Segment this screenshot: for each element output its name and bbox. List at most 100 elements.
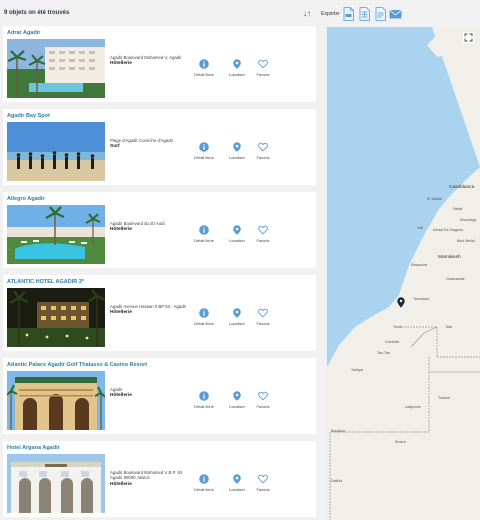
favorite-label: Favoris xyxy=(256,321,270,326)
heart-icon xyxy=(258,59,268,69)
hotel-pool-palms-photo[interactable] xyxy=(7,39,105,98)
hotel-facade-argana-photo[interactable] xyxy=(7,454,105,513)
location-pin-icon xyxy=(232,474,242,484)
result-address: Agadir Boulevard du 20 Août Hôtellerie xyxy=(110,221,187,233)
map-label: Settat xyxy=(453,207,463,211)
map-label: El Jadida xyxy=(427,197,442,201)
excel-file-icon[interactable] xyxy=(359,7,370,21)
favorite-button[interactable]: Favoris xyxy=(248,474,278,492)
favorite-button[interactable]: Favoris xyxy=(248,142,278,160)
heart-icon xyxy=(258,474,268,484)
fullscreen-icon[interactable] xyxy=(463,32,474,43)
detail-button[interactable]: Détail fiche xyxy=(189,391,219,409)
result-title[interactable]: Allegro Agadir xyxy=(7,196,45,202)
favorite-button[interactable]: Favoris xyxy=(248,225,278,243)
map-label: Tarfaya xyxy=(351,368,363,372)
moorish-arches-photo[interactable] xyxy=(7,371,105,430)
pdf-file-icon[interactable] xyxy=(343,7,354,21)
map-land xyxy=(327,27,480,520)
detail-label: Détail fiche xyxy=(194,404,214,409)
address-text: Agadir xyxy=(110,387,123,392)
info-icon xyxy=(199,142,209,152)
map-label: Khouribga xyxy=(460,218,477,222)
result-address: Agadir Hôtellerie xyxy=(110,387,187,399)
map-label: Béni Mellal xyxy=(457,239,475,243)
favorite-button[interactable]: Favoris xyxy=(248,59,278,77)
category-label: Hôtellerie xyxy=(110,481,132,487)
map-label: Taroudant xyxy=(413,297,429,301)
map-label: Tan-Tan xyxy=(377,351,390,355)
map-label: Guelmim xyxy=(385,340,400,344)
map-label: Tindouf xyxy=(438,396,450,400)
location-pin-icon xyxy=(232,142,242,152)
location-pin-icon xyxy=(232,59,242,69)
result-card[interactable]: ATLANTIC HOTEL AGADIR 3* Agadir Avenue H… xyxy=(3,275,316,351)
sort-icon[interactable]: ↓↑ xyxy=(302,8,312,20)
category-label: Surf xyxy=(110,144,120,150)
favorite-label: Favoris xyxy=(256,487,270,492)
heart-icon xyxy=(258,308,268,318)
detail-button[interactable]: Détail fiche xyxy=(189,308,219,326)
result-card[interactable]: Adrar Agadir Agadir Boulevard Mohamed V,… xyxy=(3,26,316,102)
result-address: Agadir Boulevard Mohamed V, Agadir Hôtel… xyxy=(110,55,187,67)
beach-surfers-photo[interactable] xyxy=(7,122,105,181)
address-text: Agadir Boulevard Mohamed V B.P. 93 Agadi… xyxy=(110,470,183,481)
hotel-night-garden-photo[interactable] xyxy=(7,288,105,347)
result-title[interactable]: ATLANTIC HOTEL AGADIR 3* xyxy=(7,279,84,285)
map-label: Essaouira xyxy=(411,263,427,267)
favorite-label: Favoris xyxy=(256,238,270,243)
result-card[interactable]: Atlantic Palace Agadir Golf Thalasso & C… xyxy=(3,358,316,434)
map-label: Laâyoune xyxy=(405,405,421,409)
address-text: Plage d'Agadir Corniche d'Agadir xyxy=(110,138,174,143)
detail-label: Détail fiche xyxy=(194,155,214,160)
map-label: Marrakesh xyxy=(438,255,461,260)
heart-icon xyxy=(258,225,268,235)
result-title[interactable]: Adrar Agadir xyxy=(7,30,40,36)
result-card[interactable]: Allegro Agadir Agadir Boulevard du 20 Ao… xyxy=(3,192,316,268)
map-label: Dakhla xyxy=(331,479,343,483)
detail-label: Détail fiche xyxy=(194,487,214,492)
map-label: Casablanca xyxy=(449,185,475,190)
map-label: Boujdour xyxy=(331,429,346,433)
resort-pool-photo[interactable] xyxy=(7,205,105,264)
favorite-button[interactable]: Favoris xyxy=(248,308,278,326)
result-card[interactable]: Hotel Argana Agadir Agadir Boulevard Moh… xyxy=(3,441,316,517)
result-count: 9 objets on été trouvés xyxy=(4,10,70,16)
result-address: Plage d'Agadir Corniche d'Agadir Surf xyxy=(110,138,187,150)
result-title[interactable]: Atlantic Palace Agadir Golf Thalasso & C… xyxy=(7,362,147,368)
email-icon[interactable] xyxy=(389,7,402,21)
result-title[interactable]: Hotel Argana Agadir xyxy=(7,445,60,451)
info-icon xyxy=(199,474,209,484)
location-pin-icon xyxy=(232,308,242,318)
address-text: Agadir Boulevard Mohamed V, Agadir xyxy=(110,55,182,60)
info-icon xyxy=(199,59,209,69)
result-address: Agadir Boulevard Mohamed V B.P. 93 Agadi… xyxy=(110,470,187,487)
address-text: Agadir Boulevard du 20 Août xyxy=(110,221,165,226)
map-label: Safi xyxy=(417,226,424,230)
detail-button[interactable]: Détail fiche xyxy=(189,225,219,243)
detail-button[interactable]: Détail fiche xyxy=(189,59,219,77)
map-label: Smara xyxy=(395,440,406,444)
result-card[interactable]: Agadir Bay Spot Plage d'Agadir Corniche … xyxy=(3,109,316,185)
favorite-label: Favoris xyxy=(256,72,270,77)
map-marker-icon[interactable] xyxy=(397,297,405,308)
detail-button[interactable]: Détail fiche xyxy=(189,474,219,492)
map-label: Tata xyxy=(445,325,452,329)
map-label: Kelaat Es Sraghna xyxy=(433,228,463,232)
map-view[interactable]: Casablanca El Jadida Settat Béni Mellal … xyxy=(327,27,480,520)
info-icon xyxy=(199,225,209,235)
export-label: Exporter xyxy=(321,11,340,17)
word-file-icon[interactable] xyxy=(375,7,386,21)
favorite-button[interactable]: Favoris xyxy=(248,391,278,409)
heart-icon xyxy=(258,391,268,401)
detail-button[interactable]: Détail fiche xyxy=(189,142,219,160)
toolbar: 9 objets on été trouvés ↓↑ Exporter xyxy=(0,0,480,28)
category-label: Hôtellerie xyxy=(110,61,132,67)
result-title[interactable]: Agadir Bay Spot xyxy=(7,113,50,119)
map-label: Tiznit xyxy=(393,325,402,329)
category-label: Hôtellerie xyxy=(110,227,132,233)
info-icon xyxy=(199,391,209,401)
location-pin-icon xyxy=(232,391,242,401)
favorite-label: Favoris xyxy=(256,404,270,409)
address-text: Agadir Avenue Hassan II BP 53 - Agadir xyxy=(110,304,187,309)
